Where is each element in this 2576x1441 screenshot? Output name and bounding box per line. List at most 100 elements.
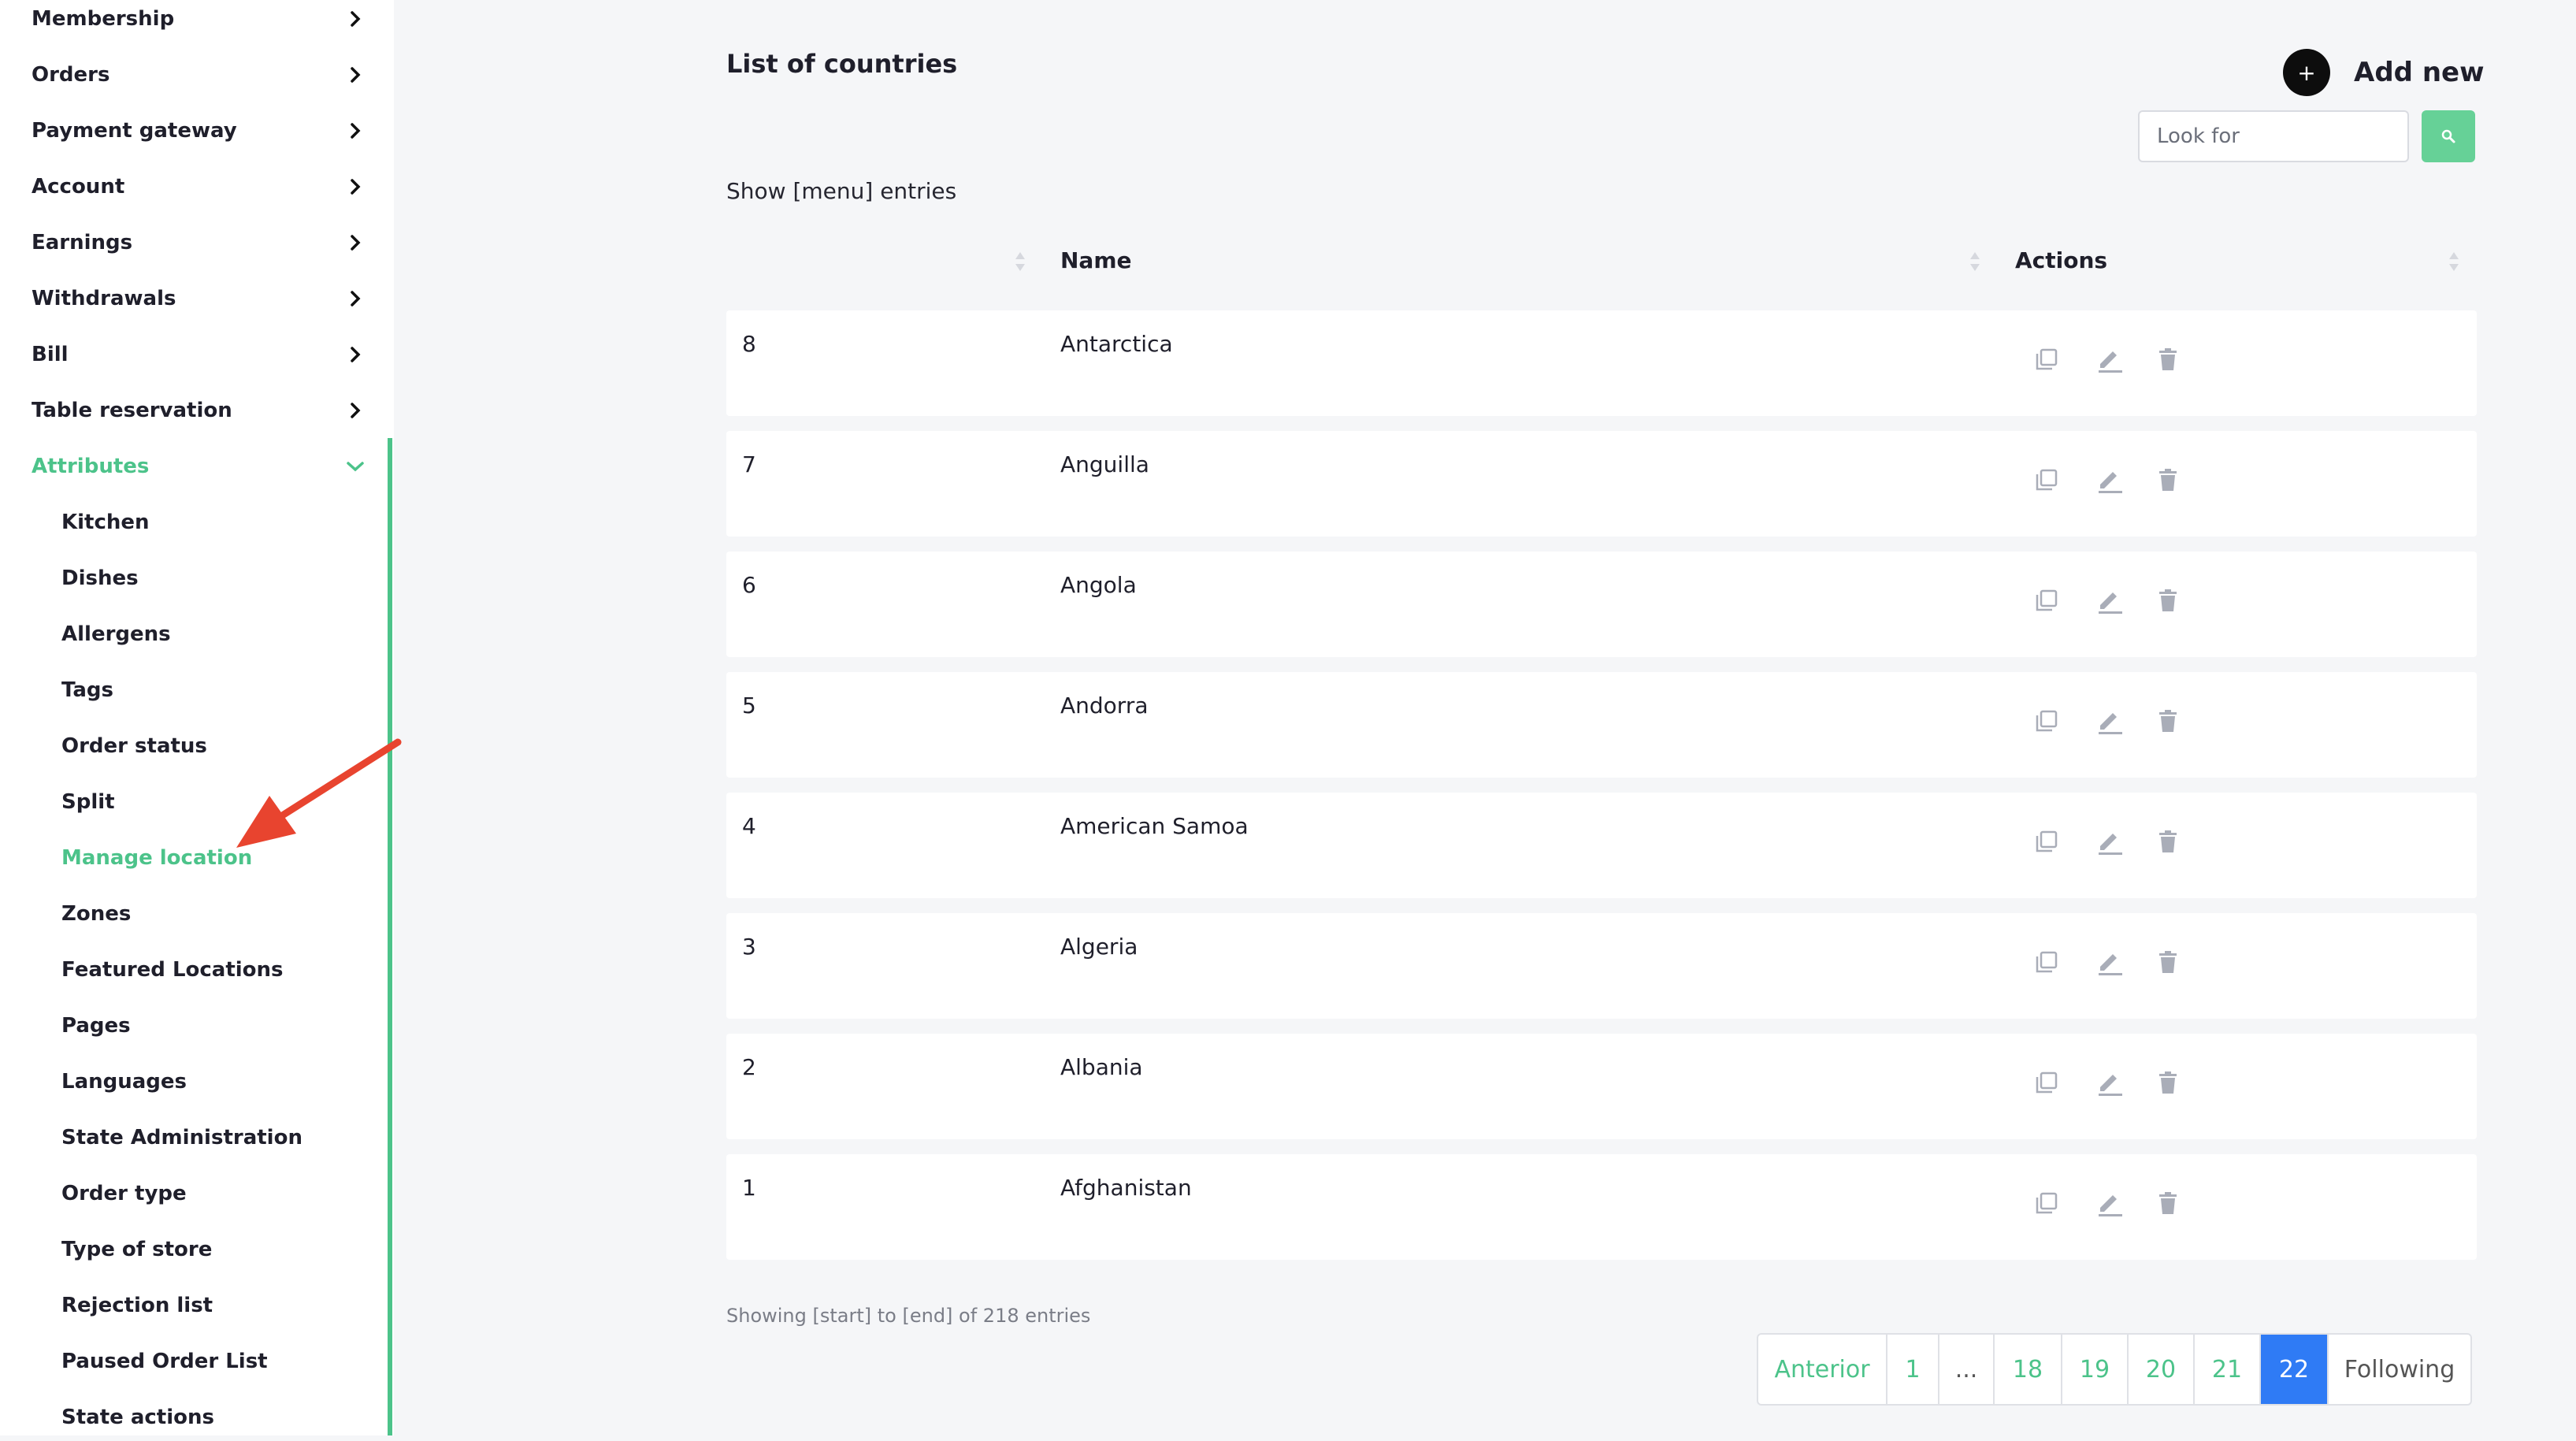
row-id: 2 [742, 1054, 756, 1080]
pagination: Anterior 1 ... 18 19 20 21 22 Following [1757, 1333, 2472, 1406]
table-row: 4 American Samoa [726, 793, 2477, 898]
sidebar-subitem-allergens[interactable]: Allergens [61, 611, 171, 658]
search-input[interactable] [2138, 110, 2409, 162]
edit-icon[interactable] [2094, 464, 2125, 496]
pagination-page-current[interactable]: 22 [2261, 1335, 2329, 1404]
sidebar-subitem-state-administration[interactable]: State Administration [61, 1114, 303, 1161]
row-id: 3 [742, 934, 756, 960]
sidebar-item-membership[interactable]: Membership [0, 0, 370, 43]
sidebar-subitem-manage-location[interactable]: Manage location [61, 834, 252, 882]
sidebar-item-account[interactable]: Account [0, 163, 370, 210]
annotation-arrow-icon [236, 738, 402, 848]
copy-icon[interactable] [2031, 464, 2062, 496]
edit-icon[interactable] [2094, 705, 2125, 737]
sidebar-subitem-tags[interactable]: Tags [61, 667, 113, 714]
table-row: 2 Albania [726, 1034, 2477, 1139]
sidebar-item-label: Withdrawals [32, 287, 176, 310]
sidebar-subitem-split[interactable]: Split [61, 778, 115, 826]
column-header-name[interactable]: Name [1060, 247, 1132, 273]
pagination-page[interactable]: 20 [2129, 1335, 2195, 1404]
copy-icon[interactable] [2031, 1067, 2062, 1098]
chevron-right-icon [343, 287, 367, 310]
row-id: 4 [742, 813, 756, 839]
sidebar-item-label: Orders [32, 63, 110, 87]
delete-icon[interactable] [2152, 946, 2184, 978]
table-info-text: Showing [start] to [end] of 218 entries [726, 1305, 1091, 1327]
sidebar-item-payment-gateway[interactable]: Payment gateway [0, 107, 370, 154]
copy-icon[interactable] [2031, 826, 2062, 857]
chevron-right-icon [343, 399, 367, 422]
copy-icon[interactable] [2031, 705, 2062, 737]
sidebar-item-bill[interactable]: Bill [0, 331, 370, 378]
delete-icon[interactable] [2152, 464, 2184, 496]
pagination-next[interactable]: Following [2329, 1335, 2470, 1404]
sidebar-subitem-pages[interactable]: Pages [61, 1002, 131, 1049]
chevron-right-icon [343, 119, 367, 143]
sidebar-active-indicator [388, 438, 392, 1435]
sidebar-item-label: Bill [32, 343, 69, 366]
copy-icon[interactable] [2031, 585, 2062, 616]
sidebar-item-label: Earnings [32, 231, 133, 254]
edit-icon[interactable] [2094, 344, 2125, 375]
sidebar-subitem-rejection-list[interactable]: Rejection list [61, 1282, 213, 1329]
row-id: 1 [742, 1175, 756, 1201]
sidebar-subitem-featured-locations[interactable]: Featured Locations [61, 946, 284, 993]
sidebar-item-earnings[interactable]: Earnings [0, 219, 370, 266]
entries-length-text: Show [menu] entries [726, 178, 957, 204]
sort-icon[interactable] [2448, 251, 2459, 273]
chevron-right-icon [343, 175, 367, 199]
sidebar-item-withdrawals[interactable]: Withdrawals [0, 275, 370, 322]
delete-icon[interactable] [2152, 344, 2184, 375]
sidebar-subitem-order-type[interactable]: Order type [61, 1170, 187, 1217]
sidebar-subitem-dishes[interactable]: Dishes [61, 555, 139, 602]
sidebar-subitem-zones[interactable]: Zones [61, 890, 131, 938]
delete-icon[interactable] [2152, 826, 2184, 857]
sort-icon[interactable] [1015, 251, 1026, 273]
column-header-actions[interactable]: Actions [2015, 247, 2107, 273]
sidebar-item-attributes[interactable]: Attributes [0, 443, 370, 490]
search-button[interactable] [2422, 110, 2475, 162]
chevron-right-icon [343, 343, 367, 366]
edit-icon[interactable] [2094, 946, 2125, 978]
copy-icon[interactable] [2031, 1187, 2062, 1219]
table-row: 1 Afghanistan [726, 1154, 2477, 1260]
search-icon [2441, 129, 2455, 143]
table-row: 3 Algeria [726, 913, 2477, 1019]
edit-icon[interactable] [2094, 826, 2125, 857]
sidebar-subitem-state-actions[interactable]: State actions [61, 1394, 214, 1441]
delete-icon[interactable] [2152, 705, 2184, 737]
sidebar-item-orders[interactable]: Orders [0, 51, 370, 98]
delete-icon[interactable] [2152, 585, 2184, 616]
sidebar-subitem-kitchen[interactable]: Kitchen [61, 499, 150, 546]
row-id: 8 [742, 331, 756, 357]
sidebar-subitem-paused-order-list[interactable]: Paused Order List [61, 1338, 268, 1385]
pagination-prev[interactable]: Anterior [1758, 1335, 1887, 1404]
copy-icon[interactable] [2031, 344, 2062, 375]
row-name: American Samoa [1060, 813, 1249, 839]
pagination-page[interactable]: 1 [1887, 1335, 1939, 1404]
delete-icon[interactable] [2152, 1187, 2184, 1219]
add-new-label: Add new [2354, 57, 2485, 88]
add-new-button[interactable]: + Add new [2283, 49, 2485, 96]
pagination-page[interactable]: 21 [2195, 1335, 2261, 1404]
sidebar-subitem-order-status[interactable]: Order status [61, 722, 207, 770]
chevron-down-icon [343, 455, 367, 478]
chevron-right-icon [343, 7, 367, 31]
row-id: 7 [742, 451, 756, 477]
sidebar-subitem-type-of-store[interactable]: Type of store [61, 1226, 212, 1273]
row-name: Andorra [1060, 693, 1149, 719]
chevron-right-icon [343, 63, 367, 87]
pagination-page[interactable]: 18 [1995, 1335, 2062, 1404]
table-row: 7 Anguilla [726, 431, 2477, 537]
sidebar-item-table-reservation[interactable]: Table reservation [0, 387, 370, 434]
sidebar-item-label: Membership [32, 7, 175, 31]
sort-icon[interactable] [1969, 251, 1980, 273]
row-id: 6 [742, 572, 756, 598]
pagination-page[interactable]: 19 [2062, 1335, 2129, 1404]
edit-icon[interactable] [2094, 1187, 2125, 1219]
edit-icon[interactable] [2094, 585, 2125, 616]
delete-icon[interactable] [2152, 1067, 2184, 1098]
edit-icon[interactable] [2094, 1067, 2125, 1098]
copy-icon[interactable] [2031, 946, 2062, 978]
sidebar-subitem-languages[interactable]: Languages [61, 1058, 187, 1105]
